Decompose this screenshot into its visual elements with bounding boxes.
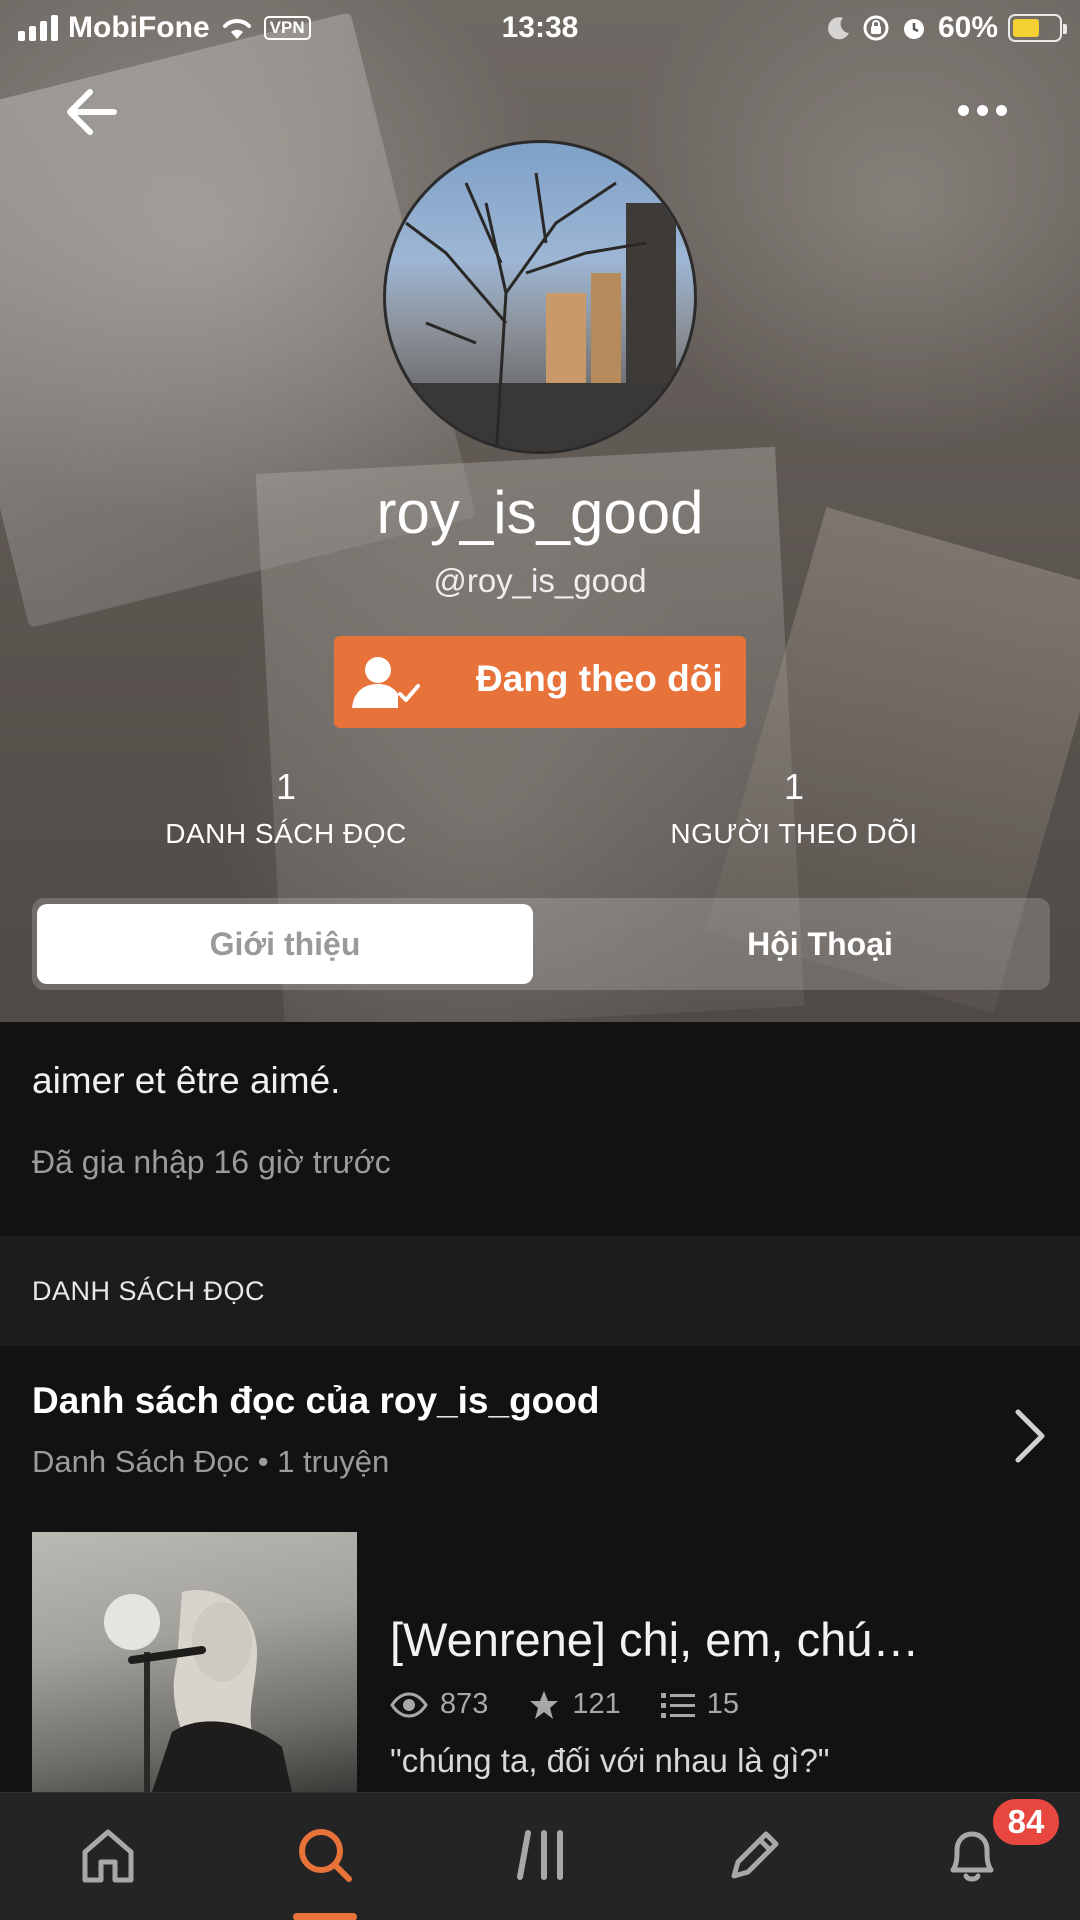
avatar-image <box>386 172 694 451</box>
stat-label: DANH SÁCH ĐỌC <box>165 818 407 849</box>
following-button[interactable]: Đang theo dõi <box>334 636 746 728</box>
notification-badge: 84 <box>990 1796 1062 1848</box>
dot <box>995 104 1007 116</box>
story-votes: 121 <box>572 1688 621 1720</box>
profile-display-name: roy_is_good <box>376 479 704 546</box>
story-cover[interactable] <box>32 1532 357 1792</box>
back-button[interactable] <box>60 80 124 144</box>
stat-value: 1 <box>275 766 297 807</box>
status-bar: MobiFone VPN 60% 13:38 <box>0 0 1080 56</box>
reading-list-title[interactable]: Danh sách đọc của roy_is_good <box>32 1380 599 1422</box>
stat-followers[interactable]: 1 NGƯỜI THEO DÕI <box>594 766 994 850</box>
chevron-right-icon[interactable] <box>1010 1406 1050 1466</box>
profile-bio: aimer et être aimé. <box>32 1060 341 1101</box>
joined-date: Đã gia nhập 16 giờ trước <box>32 1144 391 1180</box>
story-stats: 873 121 15 <box>390 1688 763 1721</box>
reading-list-meta: Danh Sách Đọc • 1 truyện <box>32 1444 390 1479</box>
alarm-icon <box>903 19 924 39</box>
story-cover-image <box>104 1590 292 1792</box>
arrow-left-icon <box>67 89 117 135</box>
story-views: 873 <box>440 1688 489 1720</box>
more-options-button[interactable] <box>952 92 1012 128</box>
section-title: DANH SÁCH ĐỌC <box>32 1276 266 1306</box>
user-check-icon <box>352 657 420 708</box>
moon-icon <box>828 17 849 40</box>
rotation-lock-icon <box>863 15 889 41</box>
profile-handle: @roy_is_good <box>433 562 647 599</box>
stat-value: 1 <box>783 766 805 807</box>
battery-percent: 60% <box>937 11 998 44</box>
dot <box>976 104 988 116</box>
story-description: "chúng ta, đối với nhau là gì?" <box>390 1742 830 1779</box>
pencil-icon <box>731 1831 779 1879</box>
wifi-icon <box>222 19 251 39</box>
stat-label: NGƯỜI THEO DÕI <box>670 818 918 849</box>
reading-lists-section-header: DANH SÁCH ĐỌC <box>0 1236 1080 1346</box>
nav-home[interactable] <box>68 1815 148 1895</box>
following-button-label: Đang theo dõi <box>476 658 723 699</box>
tab-conversations[interactable]: Hội Thoại <box>572 904 1068 984</box>
active-tab-indicator <box>293 1913 357 1920</box>
bottom-navigation <box>0 1792 1080 1920</box>
dot <box>957 104 969 116</box>
story-title[interactable]: [Wenrene] chị, em, chú… <box>390 1612 919 1667</box>
avatar[interactable] <box>383 140 697 454</box>
battery-icon <box>1008 14 1067 42</box>
nav-search[interactable] <box>285 1815 365 1895</box>
signal-icon <box>18 15 58 41</box>
vpn-badge: VPN <box>263 16 311 40</box>
star-icon <box>530 1690 559 1719</box>
eye-icon <box>390 1691 428 1718</box>
search-icon <box>299 1829 352 1882</box>
carrier-name: MobiFone <box>68 11 210 44</box>
library-icon <box>517 1830 563 1880</box>
story-parts: 15 <box>706 1688 740 1720</box>
stat-reading-lists[interactable]: 1 DANH SÁCH ĐỌC <box>86 766 486 850</box>
tab-about[interactable]: Giới thiệu <box>37 904 533 984</box>
list-icon <box>660 1692 695 1718</box>
nav-write[interactable] <box>715 1815 795 1895</box>
home-icon <box>82 1829 134 1883</box>
nav-library[interactable] <box>502 1815 582 1895</box>
profile-tabs: Giới thiệu Hội Thoại <box>32 898 1050 990</box>
